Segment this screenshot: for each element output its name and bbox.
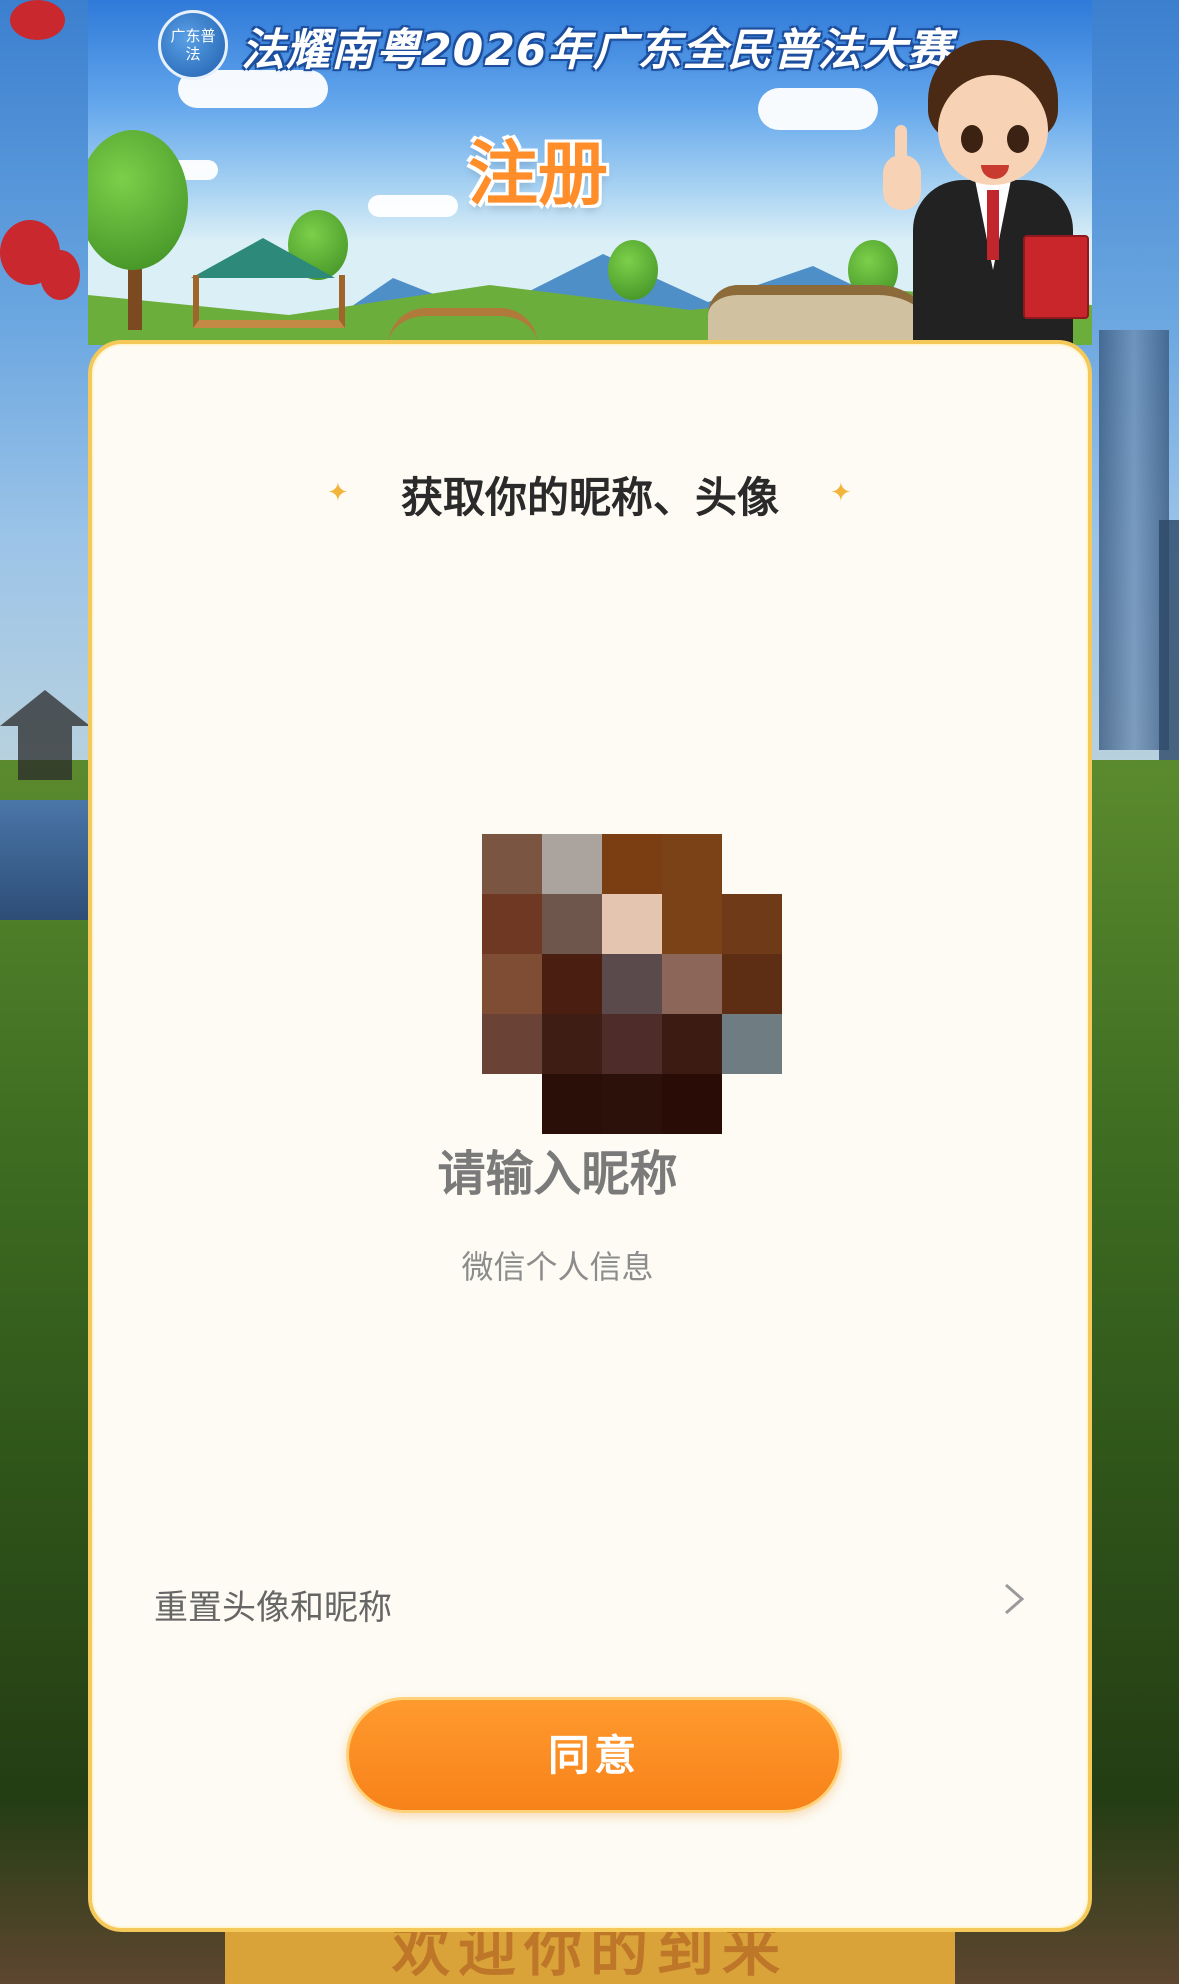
pavilion-base: [193, 275, 345, 328]
page-title: 注册: [468, 133, 608, 215]
tree-trunk: [128, 260, 142, 330]
reset-label: 重置头像和昵称: [154, 1587, 392, 1628]
avatar-pixel: [662, 1014, 722, 1074]
agree-button[interactable]: 同意: [346, 1697, 842, 1813]
avatar-pixel: [662, 954, 722, 1014]
mascot-hand: [883, 155, 921, 210]
avatar-pixel: [482, 834, 542, 894]
avatar-pixel: [662, 894, 722, 954]
avatar[interactable]: [482, 834, 782, 1134]
header-banner: 广东普法 法耀南粤2026年广东全民普法大赛 注册: [88, 0, 1092, 345]
avatar-pixel: [602, 954, 662, 1014]
registration-card: ✦ 获取你的昵称、头像 ✦ 请输入昵称 微信个人信息 重置头像和昵称 同意: [88, 340, 1092, 1932]
background-flower: [40, 250, 80, 300]
avatar-pixel: [482, 954, 542, 1014]
mascot-eye: [1007, 125, 1029, 153]
avatar-pixel: [542, 954, 602, 1014]
mascot-illustration: [883, 30, 1092, 345]
avatar-pixel: [662, 834, 722, 894]
card-title: 获取你的昵称、头像: [400, 473, 779, 522]
avatar-pixel: [722, 894, 782, 954]
avatar-pixel: [602, 894, 662, 954]
wechat-info-label: 微信个人信息: [461, 1248, 654, 1286]
mascot-eye: [961, 125, 983, 153]
avatar-pixel: [722, 954, 782, 1014]
background-tower: [1159, 520, 1179, 760]
avatar-pixel: [542, 1014, 602, 1074]
sparkle-icon: ✦: [830, 478, 852, 508]
tree: [608, 240, 658, 300]
avatar-pixel: [602, 1014, 662, 1074]
avatar-pixel: [542, 834, 602, 894]
avatar-pixel: [482, 1014, 542, 1074]
nickname-input[interactable]: 请输入昵称: [92, 1134, 1088, 1204]
avatar-pixel: [722, 1014, 782, 1074]
reset-avatar-nickname-row[interactable]: 重置头像和昵称: [154, 1574, 1026, 1634]
chevron-right-icon: [1002, 1579, 1026, 1629]
mascot-tie: [987, 190, 999, 260]
avatar-pixel: [602, 834, 662, 894]
logo: 广东普法: [158, 10, 228, 80]
avatar-pixel: [602, 1074, 662, 1134]
event-title: 法耀南粤2026年广东全民普法大赛: [241, 25, 953, 76]
mascot-book: [1023, 235, 1089, 319]
avatar-pixel: [482, 894, 542, 954]
background-water: [0, 800, 100, 920]
avatar-pixel: [542, 1074, 602, 1134]
background-flower: [10, 0, 65, 40]
avatar-pixel: [542, 894, 602, 954]
avatar-pixel: [662, 1074, 722, 1134]
